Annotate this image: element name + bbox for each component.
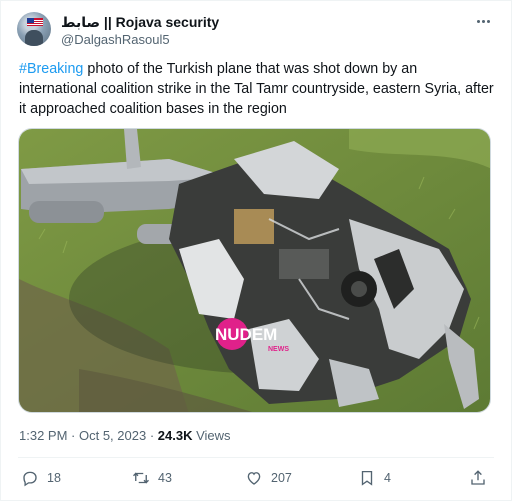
- crashed-plane-photo: NUDEM NEWS: [19, 129, 490, 412]
- reply-button[interactable]: 18: [21, 467, 61, 489]
- user-handle[interactable]: @DalgashRasoul5: [61, 32, 170, 47]
- views-label: Views: [192, 428, 231, 443]
- tweet-date[interactable]: Oct 5, 2023: [79, 428, 146, 443]
- tweet-actions: 18 43 207 4: [1, 467, 512, 489]
- share-button[interactable]: [469, 467, 487, 489]
- views-count: 24.3K: [157, 428, 193, 443]
- tweet-time[interactable]: 1:32 PM: [19, 428, 67, 443]
- tweet-meta: 1:32 PM · Oct 5, 2023 · 24.3K Views: [19, 428, 231, 443]
- like-count: 207: [271, 471, 292, 485]
- bookmark-count: 4: [384, 471, 391, 485]
- tweet-body: photo of the Turkish plane that was shot…: [19, 61, 494, 117]
- retweet-icon: [133, 472, 149, 484]
- display-name-text[interactable]: صابط || Rojava security: [61, 14, 219, 31]
- like-button[interactable]: 207: [245, 467, 292, 489]
- display-name[interactable]: صابط || Rojava security: [61, 13, 219, 31]
- more-options-icon[interactable]: [473, 13, 493, 29]
- hashtag-link[interactable]: #Breaking: [19, 61, 83, 77]
- watermark-subtext: NEWS: [268, 346, 289, 353]
- tweet-photo[interactable]: NUDEM NEWS: [18, 128, 491, 413]
- watermark-text: NUDEM: [215, 325, 277, 344]
- retweet-count: 43: [158, 471, 172, 485]
- reply-icon: [23, 471, 37, 487]
- tweet-card[interactable]: صابط || Rojava security @DalgashRasoul5 …: [0, 0, 512, 501]
- bookmark-button[interactable]: 4: [358, 467, 391, 489]
- retweet-button[interactable]: 43: [132, 467, 172, 489]
- like-icon: [247, 472, 261, 485]
- reply-count: 18: [47, 471, 61, 485]
- avatar[interactable]: [17, 12, 51, 46]
- divider: [18, 457, 494, 458]
- tweet-text: #Breaking photo of the Turkish plane tha…: [19, 59, 495, 119]
- bookmark-icon: [361, 470, 373, 486]
- share-icon: [471, 470, 485, 485]
